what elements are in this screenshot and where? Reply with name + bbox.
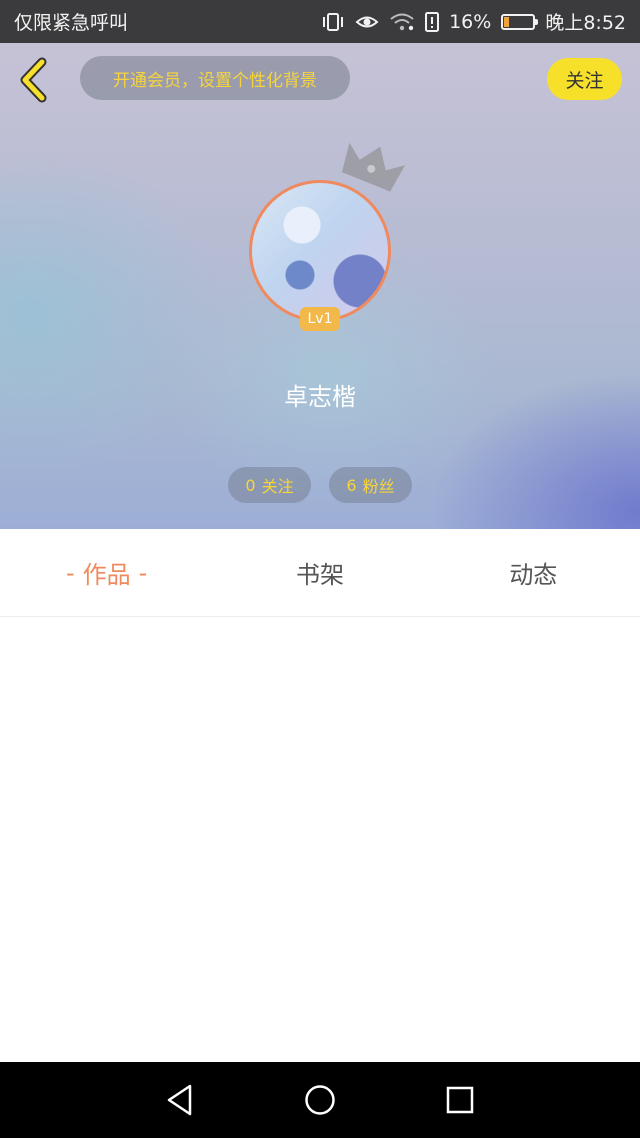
wifi-icon (389, 12, 415, 32)
tab-works-label: 作品 (82, 561, 131, 589)
avatar[interactable] (249, 180, 391, 322)
system-nav-bar (0, 1062, 640, 1138)
clock: 晚上8:52 (545, 12, 626, 34)
carrier-text: 仅限紧急呼叫 (14, 12, 129, 34)
tab-bookshelf-label: 书架 (295, 561, 344, 589)
vip-promo-button[interactable]: 开通会员，设置个性化背景 (80, 56, 350, 100)
recents-square-icon (446, 1086, 474, 1114)
vibrate-icon (321, 12, 345, 32)
following-label: 关注 (261, 477, 294, 496)
home-circle-icon (305, 1085, 335, 1115)
tab-works[interactable]: - 作品 - (0, 529, 213, 616)
back-triangle-icon (167, 1084, 192, 1116)
tab-indicator-right: - (138, 558, 148, 587)
battery-level-fill (504, 16, 510, 27)
tab-bookshelf[interactable]: 书架 (213, 529, 426, 616)
fans-count: 6 (346, 475, 357, 495)
back-chevron-icon (20, 57, 47, 103)
following-count-button[interactable]: 0 关注 (228, 467, 311, 503)
tab-content-area (0, 618, 640, 1062)
nav-back-button[interactable] (160, 1080, 200, 1120)
alert-icon (425, 11, 440, 32)
battery-percent: 16% (449, 10, 492, 33)
following-count: 0 (245, 475, 256, 495)
status-icons: 16% 晚上8:52 (321, 8, 626, 35)
profile-tabs: - 作品 - 书架 动态 (0, 529, 640, 617)
follow-button[interactable]: 关注 (547, 58, 622, 100)
battery-icon (501, 13, 539, 30)
tab-activity[interactable]: 动态 (427, 529, 640, 616)
username: 卓志楷 (284, 383, 356, 411)
nav-home-button[interactable] (300, 1080, 340, 1120)
tab-activity-label: 动态 (509, 561, 558, 589)
profile-banner: 开通会员，设置个性化背景 关注 Lv1 卓志楷 0 关注 6 粉丝 (0, 43, 640, 529)
eye-icon (355, 12, 379, 32)
fans-label: 粉丝 (362, 477, 395, 496)
back-button[interactable] (16, 57, 52, 103)
tab-indicator-left: - (65, 558, 75, 587)
status-bar: 仅限紧急呼叫 16% 晚上8:52 (0, 0, 640, 43)
level-badge: Lv1 (300, 307, 340, 331)
fans-count-button[interactable]: 6 粉丝 (329, 467, 412, 503)
nav-recents-button[interactable] (440, 1080, 480, 1120)
